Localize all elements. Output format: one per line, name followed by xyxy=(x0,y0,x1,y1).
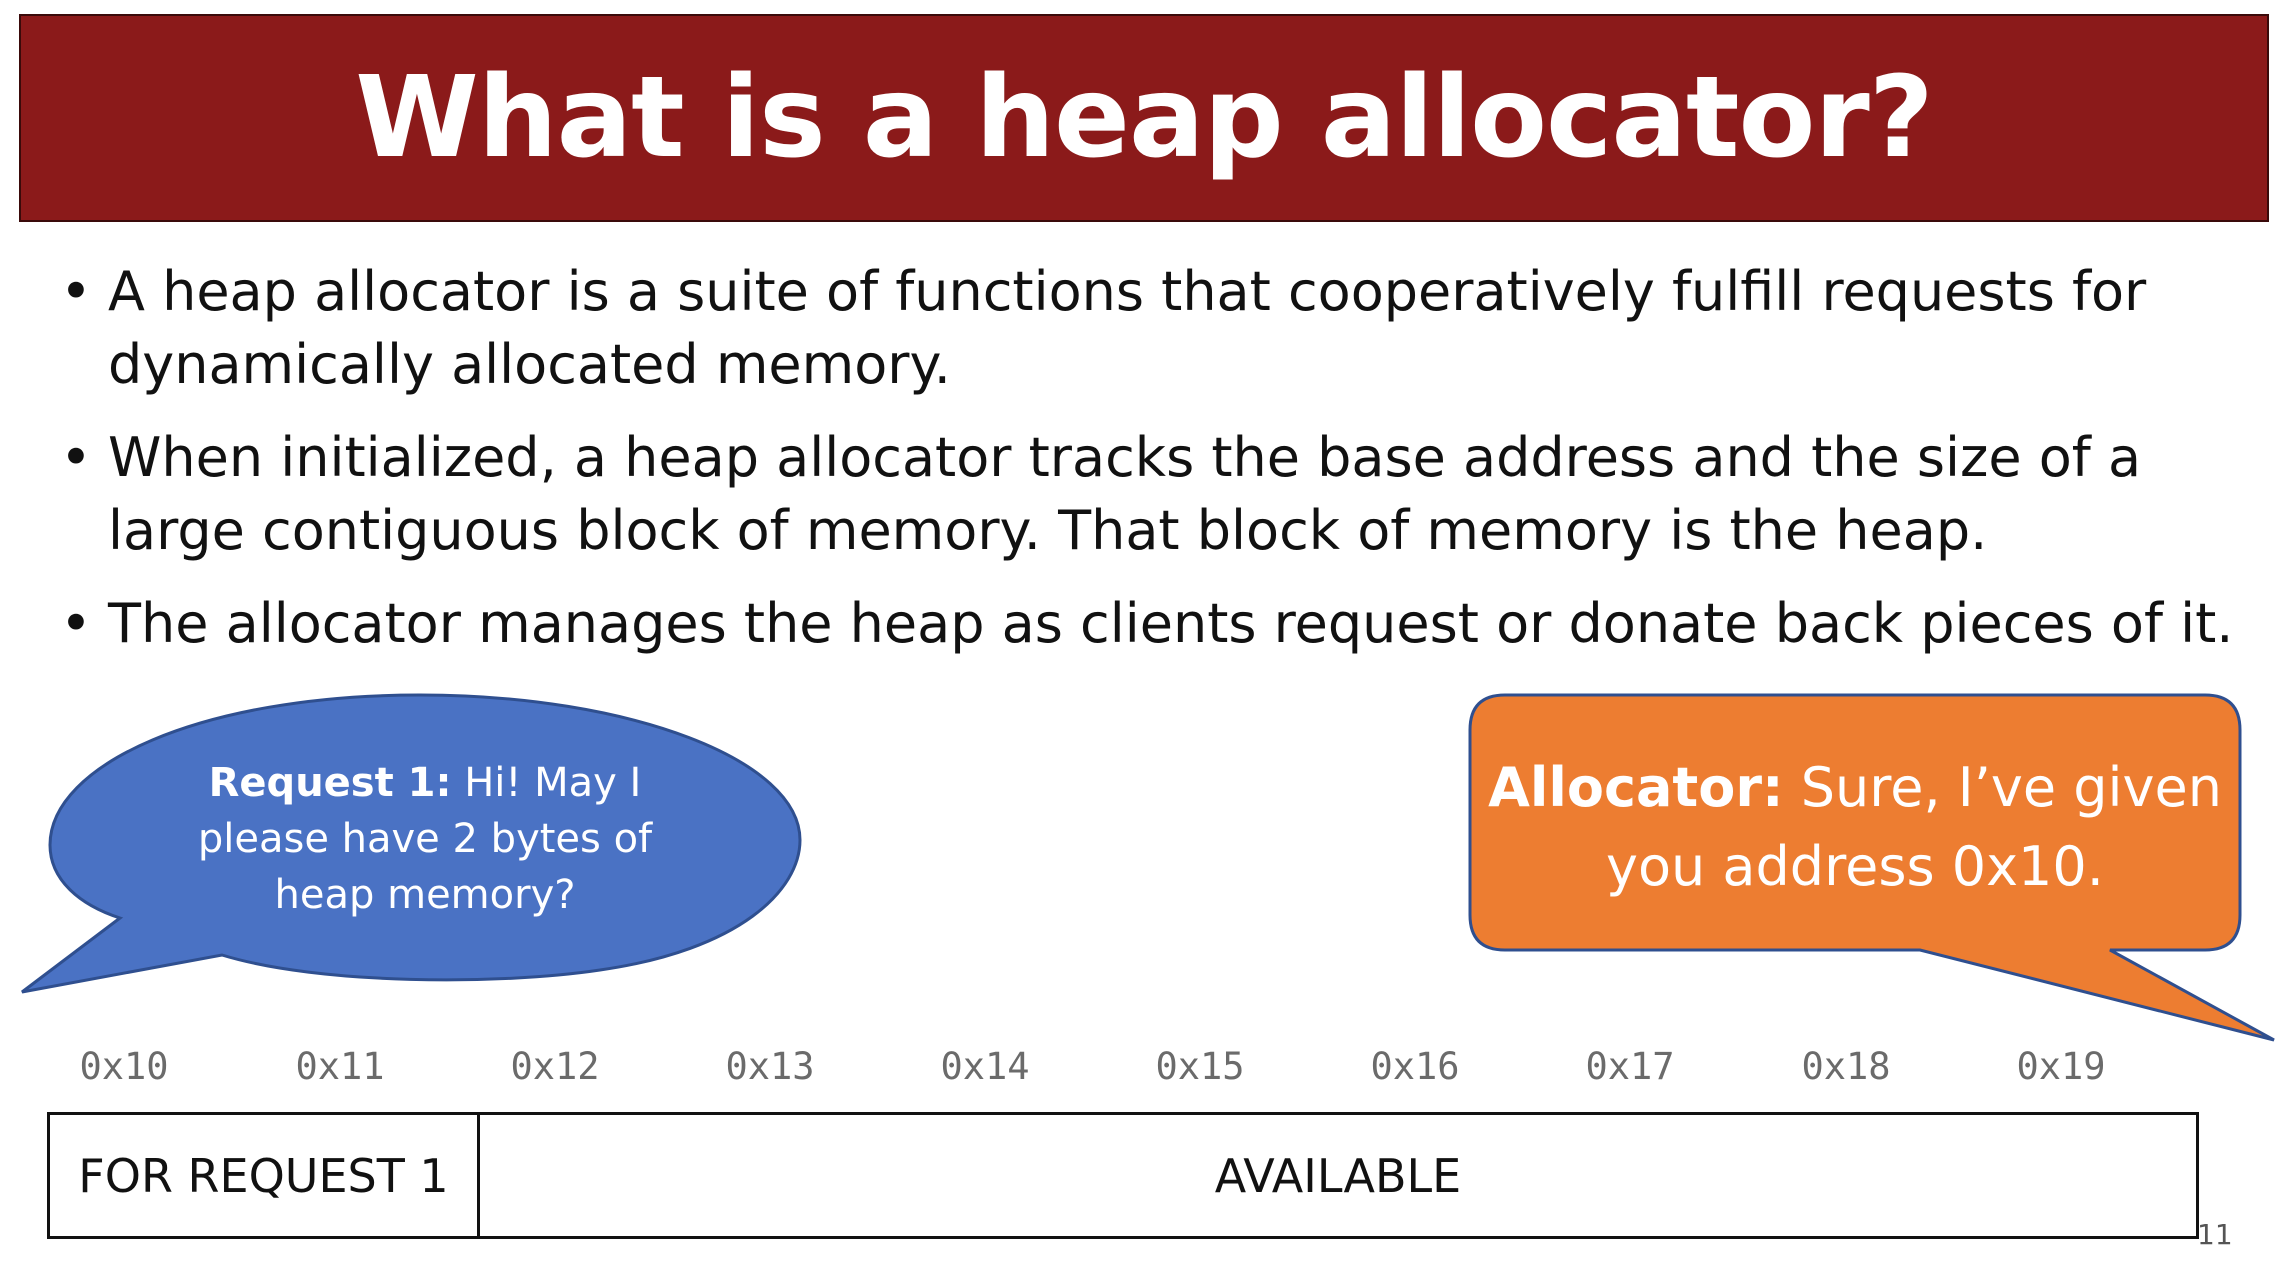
request-bubble-text: Request 1: Hi! May I please have 2 bytes… xyxy=(150,755,700,923)
address-label: 0x15 xyxy=(1155,1045,1245,1088)
address-label: 0x12 xyxy=(510,1045,600,1088)
address-labels: 0x10 0x11 0x12 0x13 0x14 0x15 0x16 0x17 … xyxy=(0,1045,2294,1095)
address-label: 0x11 xyxy=(295,1045,385,1088)
slide: What is a heap allocator? • A heap alloc… xyxy=(0,0,2294,1266)
allocator-bubble-text: Allocator: Sure, I’ve given you address … xyxy=(1475,748,2235,906)
address-label: 0x13 xyxy=(725,1045,815,1088)
request-label: Request 1: xyxy=(208,760,452,806)
address-label: 0x10 xyxy=(79,1045,169,1088)
heap-memory-diagram: FOR REQUEST 1 AVAILABLE xyxy=(47,1112,2199,1239)
address-label: 0x19 xyxy=(2016,1045,2106,1088)
available-block: AVAILABLE xyxy=(1214,1148,1462,1203)
address-label: 0x16 xyxy=(1370,1045,1460,1088)
allocated-block: FOR REQUEST 1 xyxy=(50,1115,480,1236)
allocator-label: Allocator: xyxy=(1488,756,1784,819)
page-number: 11 xyxy=(2197,1218,2233,1251)
address-label: 0x14 xyxy=(940,1045,1030,1088)
address-label: 0x17 xyxy=(1585,1045,1675,1088)
address-label: 0x18 xyxy=(1801,1045,1891,1088)
